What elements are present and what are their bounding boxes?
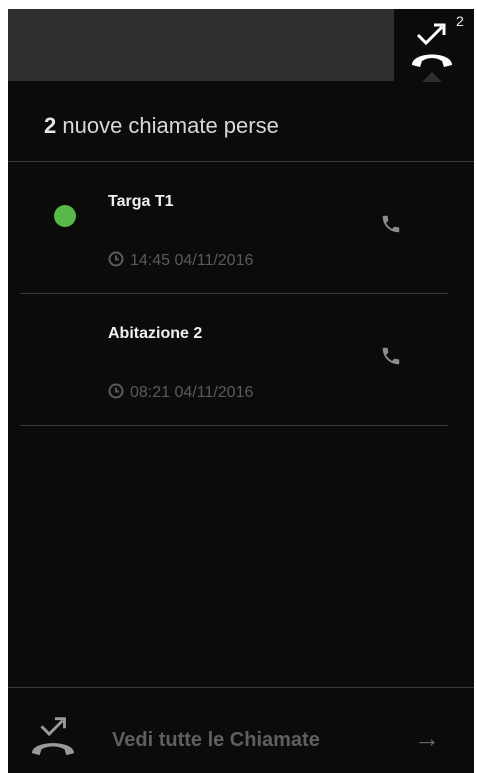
call-item[interactable]: Targa T1 14:45 04/11/2016 [8, 161, 448, 293]
panel-header: 2 nuove chiamate perse [44, 113, 279, 139]
clock-icon [108, 251, 124, 267]
missed-call-icon [412, 23, 452, 67]
top-bar: 2 [8, 9, 474, 82]
phone-icon[interactable] [380, 345, 402, 367]
call-item[interactable]: Abitazione 2 08:21 04/11/2016 [8, 293, 448, 425]
call-time-text: 14:45 04/11/2016 [130, 252, 254, 269]
call-name: Abitazione 2 [108, 325, 203, 342]
phone-icon[interactable] [380, 213, 402, 235]
missed-count: 2 [44, 113, 57, 138]
missed-calls-panel: 2 2 nuove chiamate perse Targa T1 14:45 … [8, 9, 474, 773]
missed-count-badge: 2 [456, 13, 464, 29]
call-time: 14:45 04/11/2016 [108, 251, 253, 270]
call-time: 08:21 04/11/2016 [108, 383, 253, 402]
online-dot [54, 205, 76, 227]
missed-call-icon [31, 717, 75, 756]
item-divider [20, 425, 448, 426]
clock-icon [108, 383, 124, 399]
missed-text: nuove chiamate perse [62, 113, 279, 138]
arrow-right-icon: → [414, 723, 440, 753]
view-all-calls-link[interactable]: Vedi tutte le Chiamate → [8, 687, 474, 773]
missed-calls-tab[interactable]: 2 [394, 9, 474, 82]
call-time-text: 08:21 04/11/2016 [130, 384, 254, 401]
view-all-calls-label: Vedi tutte le Chiamate [112, 729, 320, 751]
tab-caret [422, 72, 442, 82]
call-name: Targa T1 [108, 193, 174, 210]
